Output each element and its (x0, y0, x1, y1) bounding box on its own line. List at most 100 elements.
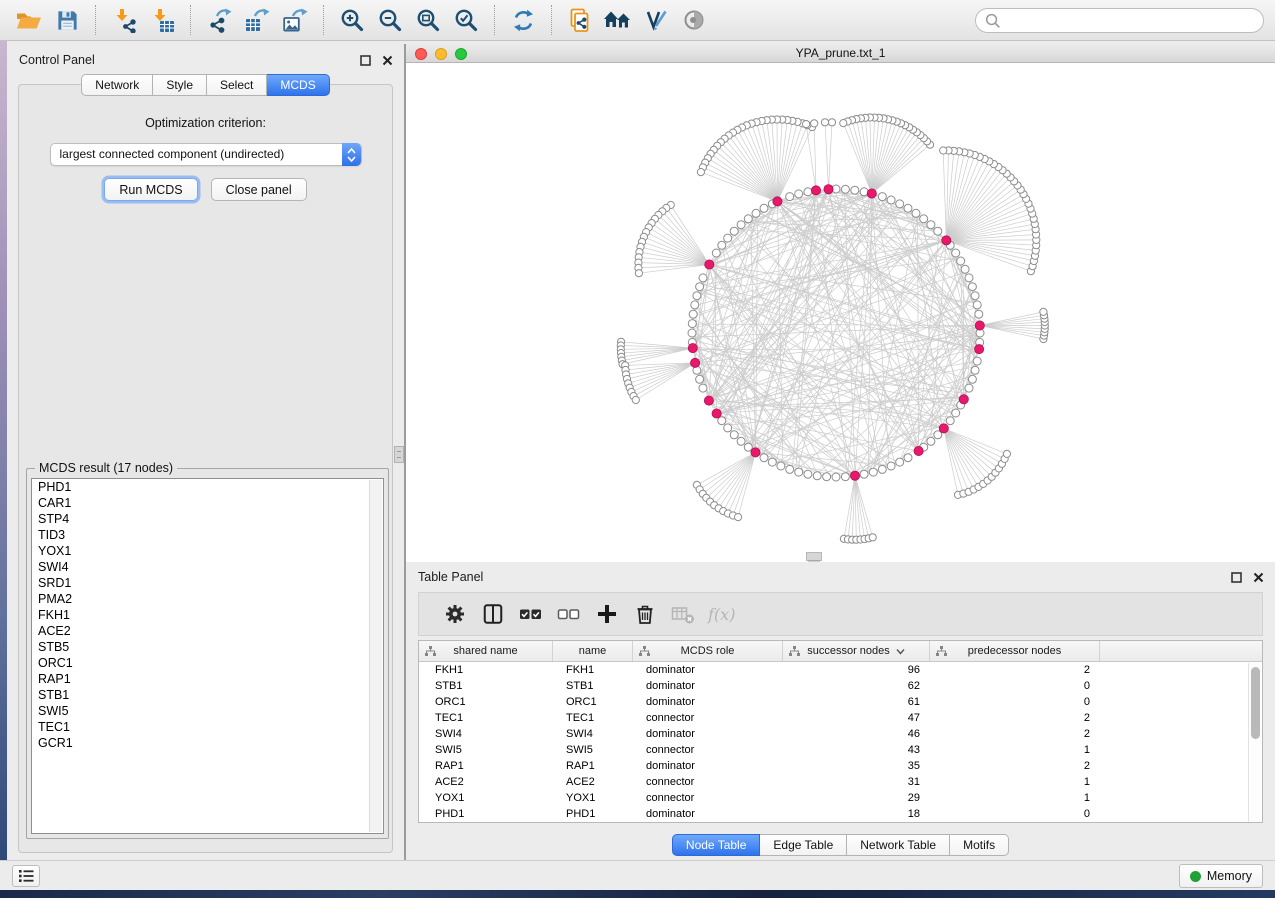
float-panel-icon[interactable] (359, 54, 372, 67)
table-row[interactable]: TEC1TEC1connector472 (419, 710, 1262, 726)
mcds-list-scrollbar[interactable] (369, 480, 382, 832)
toolbar-separator (494, 5, 495, 35)
select-all-rows-button[interactable] (512, 596, 550, 632)
horizontal-splitter-handle[interactable] (806, 552, 822, 561)
tab-select[interactable]: Select (207, 74, 267, 96)
mcds-hub-node[interactable] (773, 197, 782, 206)
close-panel-icon[interactable] (381, 54, 394, 67)
export-network-button[interactable] (200, 3, 238, 37)
export-table-button[interactable] (238, 3, 276, 37)
tab-node-table[interactable]: Node Table (672, 834, 761, 856)
tab-network[interactable]: Network (81, 74, 153, 96)
window-maximize-traffic-light[interactable] (455, 48, 467, 60)
zoom-in-button[interactable] (333, 3, 371, 37)
save-session-button[interactable] (48, 3, 86, 37)
mcds-hub-node[interactable] (751, 448, 760, 457)
mcds-result-item[interactable]: CAR1 (32, 495, 383, 511)
table-settings-button[interactable] (436, 596, 474, 632)
vizmapper-toggle-button[interactable] (637, 3, 675, 37)
table-row[interactable]: FKH1FKH1dominator962 (419, 662, 1262, 678)
search-input[interactable] (1001, 10, 1263, 30)
zoom-selected-button[interactable] (447, 3, 485, 37)
table-row[interactable]: PHD1PHD1dominator180 (419, 806, 1262, 822)
add-column-button[interactable] (588, 596, 626, 632)
mcds-hub-node[interactable] (704, 396, 713, 405)
unselect-all-rows-button[interactable] (550, 596, 588, 632)
column-header-successor-nodes[interactable]: successor nodes (783, 641, 930, 661)
mcds-result-item[interactable]: SWI5 (32, 703, 383, 719)
table-row[interactable]: SWI5SWI5connector431 (419, 742, 1262, 758)
column-header-predecessor-nodes[interactable]: predecessor nodes (930, 641, 1100, 661)
mcds-hub-node[interactable] (712, 409, 721, 418)
mcds-hub-node[interactable] (942, 236, 951, 245)
table-scrollbar-thumb[interactable] (1251, 667, 1260, 739)
mcds-result-item[interactable]: SRD1 (32, 575, 383, 591)
mcds-hub-node[interactable] (959, 395, 968, 404)
mcds-hub-node[interactable] (811, 186, 820, 195)
task-history-button[interactable] (12, 865, 40, 887)
mcds-hub-node[interactable] (939, 424, 948, 433)
mcds-hub-node[interactable] (975, 321, 984, 330)
eye-toggle-button[interactable] (675, 3, 713, 37)
table-row[interactable]: STB1STB1dominator620 (419, 678, 1262, 694)
mcds-result-items: PHD1CAR1STP4TID3YOX1SWI4SRD1PMA2FKH1ACE2… (32, 479, 383, 751)
mcds-hub-node[interactable] (688, 344, 697, 353)
import-table-button[interactable] (143, 3, 181, 37)
mcds-hub-node[interactable] (867, 189, 876, 198)
network-home-button[interactable] (599, 3, 637, 37)
column-header-shared-name[interactable]: shared name (419, 641, 553, 661)
mcds-hub-node[interactable] (975, 345, 984, 354)
import-network-icon (112, 8, 137, 33)
mcds-result-item[interactable]: ACE2 (32, 623, 383, 639)
mcds-result-item[interactable]: SWI4 (32, 559, 383, 575)
delete-column-button[interactable] (626, 596, 664, 632)
memory-button[interactable]: Memory (1179, 864, 1263, 888)
mcds-result-item[interactable]: YOX1 (32, 543, 383, 559)
close-panel-button[interactable]: Close panel (211, 178, 307, 201)
mcds-result-item[interactable]: FKH1 (32, 607, 383, 623)
mcds-hub-node[interactable] (914, 446, 923, 455)
export-image-button[interactable] (276, 3, 314, 37)
refresh-layout-button[interactable] (504, 3, 542, 37)
float-table-panel-icon[interactable] (1230, 571, 1243, 584)
table-row[interactable]: ACE2ACE2connector311 (419, 774, 1262, 790)
mcds-result-item[interactable]: PHD1 (32, 479, 383, 495)
mcds-result-item[interactable]: STP4 (32, 511, 383, 527)
share-document-button[interactable] (561, 3, 599, 37)
mcds-hub-node[interactable] (705, 260, 714, 269)
table-row[interactable]: SWI4SWI4dominator462 (419, 726, 1262, 742)
tab-network-table[interactable]: Network Table (847, 834, 950, 856)
mcds-result-item[interactable]: TEC1 (32, 719, 383, 735)
tab-motifs[interactable]: Motifs (950, 834, 1009, 856)
mcds-result-item[interactable]: ORC1 (32, 655, 383, 671)
run-mcds-button[interactable]: Run MCDS (104, 178, 197, 201)
column-header-name[interactable]: name (553, 641, 633, 661)
zoom-out-button[interactable] (371, 3, 409, 37)
mcds-hub-node[interactable] (691, 358, 700, 367)
window-close-traffic-light[interactable] (415, 48, 427, 60)
tab-mcds[interactable]: MCDS (267, 74, 329, 96)
tab-edge-table[interactable]: Edge Table (760, 834, 847, 856)
window-minimize-traffic-light[interactable] (435, 48, 447, 60)
mcds-result-item[interactable]: TID3 (32, 527, 383, 543)
column-header-MCDS-role[interactable]: MCDS role (633, 641, 783, 661)
import-network-button[interactable] (105, 3, 143, 37)
mcds-hub-node[interactable] (850, 471, 859, 480)
zoom-fit-button[interactable] (409, 3, 447, 37)
mcds-result-item[interactable]: STB1 (32, 687, 383, 703)
vertical-splitter-handle[interactable] (394, 446, 404, 463)
table-row[interactable]: RAP1RAP1dominator352 (419, 758, 1262, 774)
close-table-panel-icon[interactable] (1252, 571, 1265, 584)
mcds-result-item[interactable]: STB5 (32, 639, 383, 655)
open-file-button[interactable] (10, 3, 48, 37)
mcds-result-item[interactable]: GCR1 (32, 735, 383, 751)
table-row[interactable]: ORC1ORC1dominator610 (419, 694, 1262, 710)
optimization-criterion-dropdown[interactable]: largest connected component (undirected) (50, 143, 362, 166)
show-columns-button[interactable] (474, 596, 512, 632)
network-view-canvas[interactable] (406, 63, 1275, 562)
mcds-hub-node[interactable] (824, 185, 833, 194)
table-row[interactable]: YOX1YOX1connector291 (419, 790, 1262, 806)
mcds-result-item[interactable]: RAP1 (32, 671, 383, 687)
mcds-result-item[interactable]: PMA2 (32, 591, 383, 607)
tab-style[interactable]: Style (153, 74, 207, 96)
